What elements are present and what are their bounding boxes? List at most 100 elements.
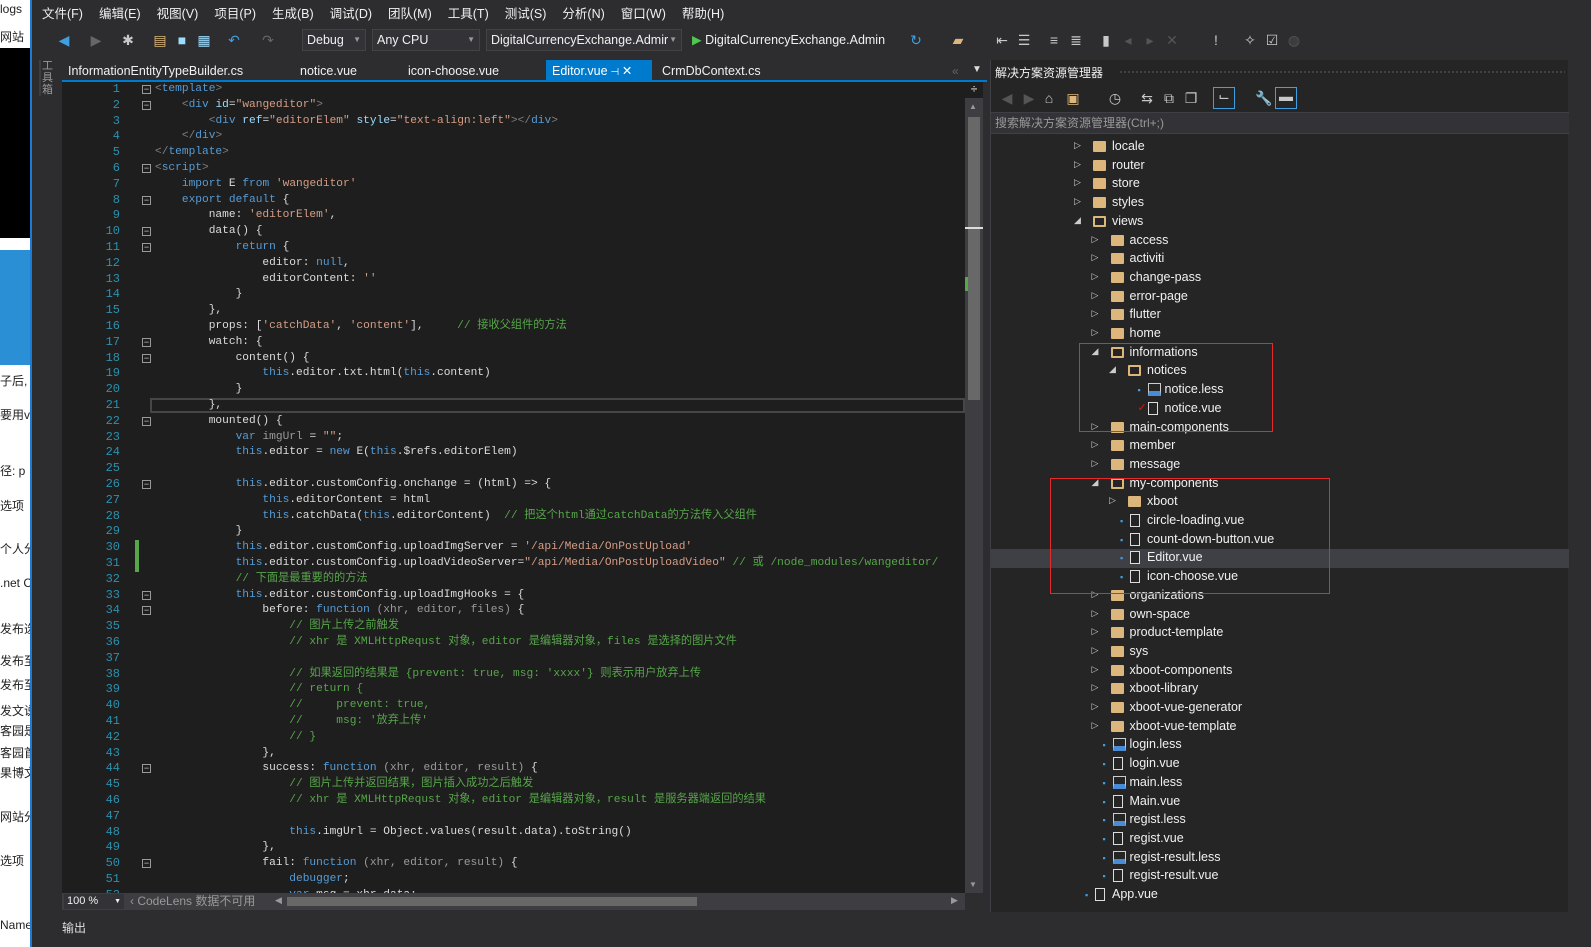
code-line[interactable]: this.catchData(this.editorContent) // 把这… (155, 509, 757, 525)
code-line[interactable]: // 图片上传并返回结果，图片插入成功之后触发 (155, 777, 533, 793)
code-line[interactable]: fail: function (xhr, editor, result) { (155, 856, 517, 872)
tree-item-regist-vue[interactable]: ▪ regist.vue (991, 830, 1569, 849)
collapsed-arrow-icon[interactable]: ▷ (1092, 645, 1099, 656)
fold-toggle-icon[interactable]: − (142, 100, 151, 110)
collapsed-arrow-icon[interactable]: ▷ (1092, 327, 1099, 338)
vertical-scrollbar[interactable]: ÷ ▲ ▼ (965, 82, 983, 893)
step-icon[interactable]: ⇤ (994, 32, 1010, 48)
fold-toggle-icon[interactable]: − (142, 416, 151, 426)
fold-toggle-icon[interactable]: − (142, 606, 151, 616)
clear-bookmarks-icon[interactable]: ✕ (1164, 32, 1180, 48)
menu-item[interactable]: 视图(V) (149, 0, 207, 28)
tree-item-app-vue[interactable]: ▪ App.vue (991, 886, 1569, 905)
menu-item[interactable]: 测试(S) (497, 0, 555, 28)
uncomment-icon[interactable]: ≣ (1068, 32, 1084, 48)
code-line[interactable]: }, (155, 303, 222, 319)
fold-toggle-icon[interactable]: − (142, 353, 151, 363)
code-line[interactable]: // } (155, 730, 316, 746)
tree-item-member[interactable]: ▷ member (991, 437, 1569, 456)
code-line[interactable]: // 如果返回的结果是 {prevent: true, msg: 'xxxx'}… (155, 667, 701, 683)
close-icon[interactable]: ✕ (622, 64, 632, 78)
back-icon[interactable]: ◀ (999, 90, 1015, 106)
tab-list-dropdown-icon[interactable]: ▼ (972, 64, 982, 75)
code-line[interactable]: watch: { (155, 335, 263, 351)
code-line[interactable]: mounted() { (155, 414, 283, 430)
menu-item[interactable]: 文件(F) (34, 0, 91, 28)
tree-item-product-template[interactable]: ▷ product-template (991, 624, 1569, 643)
split-editor-icon[interactable]: ÷ (965, 82, 983, 98)
fold-toggle-icon[interactable]: − (142, 764, 151, 774)
tree-item-regist-less[interactable]: ▪ regist.less (991, 811, 1569, 830)
start-debugging-button[interactable]: ▶ DigitalCurrencyExchange.Admin (692, 30, 885, 50)
new-item-icon[interactable]: ✧ (1242, 32, 1258, 48)
tree-item-activiti[interactable]: ▷ activiti (991, 250, 1569, 269)
tab-icon-choose-vue[interactable]: icon-choose.vue (402, 60, 505, 82)
code-line[interactable]: import E from 'wangeditor' (155, 177, 357, 193)
code-line[interactable]: <script> (155, 161, 209, 177)
tree-item-xboot-components[interactable]: ▷ xboot-components (991, 662, 1569, 681)
code-line[interactable]: // xhr 是 XMLHttpRequst 对象，editor 是编辑器对象，… (155, 635, 737, 651)
tree-item-xboot-library[interactable]: ▷ xboot-library (991, 680, 1569, 699)
tree-item-regist-result-vue[interactable]: ▪ regist-result.vue (991, 867, 1569, 886)
code-line[interactable]: data() { (155, 224, 263, 240)
bookmark-icon[interactable]: ▮ (1098, 32, 1114, 48)
expanded-arrow-icon[interactable]: ◢ (1074, 215, 1081, 226)
minimize-icon[interactable]: ▬ (1275, 87, 1297, 109)
collapsed-arrow-icon[interactable]: ▷ (1074, 196, 1081, 207)
tree-item-styles[interactable]: ▷ styles (991, 194, 1569, 213)
code-line[interactable]: // prevent: true, (155, 698, 430, 714)
scrollbar-thumb[interactable] (968, 117, 980, 400)
toolbox-tab-label[interactable]: 工具箱 (39, 60, 53, 96)
code-line[interactable]: }, (155, 840, 275, 856)
code-line[interactable]: this.editor.customConfig.onchange = (htm… (155, 477, 552, 493)
scroll-tabs-left-icon[interactable]: « (952, 64, 959, 78)
tree-item-main-vue[interactable]: ▪ Main.vue (991, 793, 1569, 812)
tree-item-own-space[interactable]: ▷ own-space (991, 606, 1569, 625)
fold-toggle-icon[interactable]: − (142, 243, 151, 252)
find-in-files-icon[interactable]: ▰ (950, 32, 966, 48)
checkin-icon[interactable]: ☑ (1264, 32, 1280, 48)
code-line[interactable]: this.editor = new E(this.$refs.editorEle… (155, 445, 518, 461)
tree-item-flutter[interactable]: ▷ flutter (991, 306, 1569, 325)
collapsed-arrow-icon[interactable]: ▷ (1092, 608, 1099, 619)
platform-dropdown[interactable]: Any CPU ▼ (372, 29, 480, 51)
startup-project-dropdown[interactable]: DigitalCurrencyExchange.Admir ▼ (486, 29, 682, 51)
menu-item[interactable]: 生成(B) (264, 0, 322, 28)
zoom-dropdown[interactable]: 100 % ▼ (64, 894, 124, 909)
preview-selected-icon[interactable]: ⌙ (1213, 87, 1235, 109)
fold-toggle-icon[interactable]: − (142, 337, 151, 347)
code-line[interactable]: content() { (155, 351, 310, 367)
codelens-status[interactable]: ‹ CodeLens 数据不可用 (130, 894, 255, 909)
tree-item-sys[interactable]: ▷ sys (991, 643, 1569, 662)
undo-icon[interactable]: ↶ (226, 32, 242, 48)
back-icon[interactable]: ◀ (56, 32, 72, 48)
scroll-up-icon[interactable]: ▲ (969, 102, 977, 111)
code-line[interactable]: } (155, 287, 243, 303)
collapsed-arrow-icon[interactable]: ▷ (1092, 252, 1099, 263)
tree-item-error-page[interactable]: ▷ error-page (991, 288, 1569, 307)
collapsed-arrow-icon[interactable]: ▷ (1092, 701, 1099, 712)
code-line[interactable]: } (155, 524, 243, 540)
collapsed-arrow-icon[interactable]: ▷ (1092, 682, 1099, 693)
tab-editor-vue[interactable]: Editor.vue ⊣ ✕ (546, 60, 652, 82)
tree-item-home[interactable]: ▷ home (991, 325, 1569, 344)
tree-item-views[interactable]: ◢ views (991, 213, 1569, 232)
scroll-left-icon[interactable]: ◀ (275, 895, 282, 906)
code-line[interactable]: <template> (155, 82, 222, 98)
tree-item-main-less[interactable]: ▪ main.less (991, 774, 1569, 793)
code-line[interactable]: this.editorContent = html (155, 493, 430, 509)
fold-toggle-icon[interactable]: − (142, 227, 151, 237)
tree-item-locale[interactable]: ▷ locale (991, 138, 1569, 157)
code-line[interactable]: this.editor.txt.html(this.content) (155, 366, 490, 382)
menu-item[interactable]: 团队(M) (380, 0, 440, 28)
open-file-icon[interactable]: ▤ (152, 32, 168, 48)
code-line[interactable]: export default { (155, 193, 289, 209)
fold-toggle-icon[interactable]: − (142, 480, 151, 489)
tree-item-xboot-vue-generator[interactable]: ▷ xboot-vue-generator (991, 699, 1569, 718)
code-line[interactable]: // 图片上传之前触发 (155, 619, 399, 635)
code-line[interactable]: // xhr 是 XMLHttpRequst 对象，editor 是编辑器对象，… (155, 793, 766, 809)
fold-toggle-icon[interactable]: − (142, 195, 151, 205)
fold-toggle-icon[interactable]: − (142, 859, 151, 869)
scroll-down-icon[interactable]: ▼ (969, 880, 977, 889)
code-line[interactable]: this.editor.customConfig.uploadVideoServ… (155, 556, 939, 572)
